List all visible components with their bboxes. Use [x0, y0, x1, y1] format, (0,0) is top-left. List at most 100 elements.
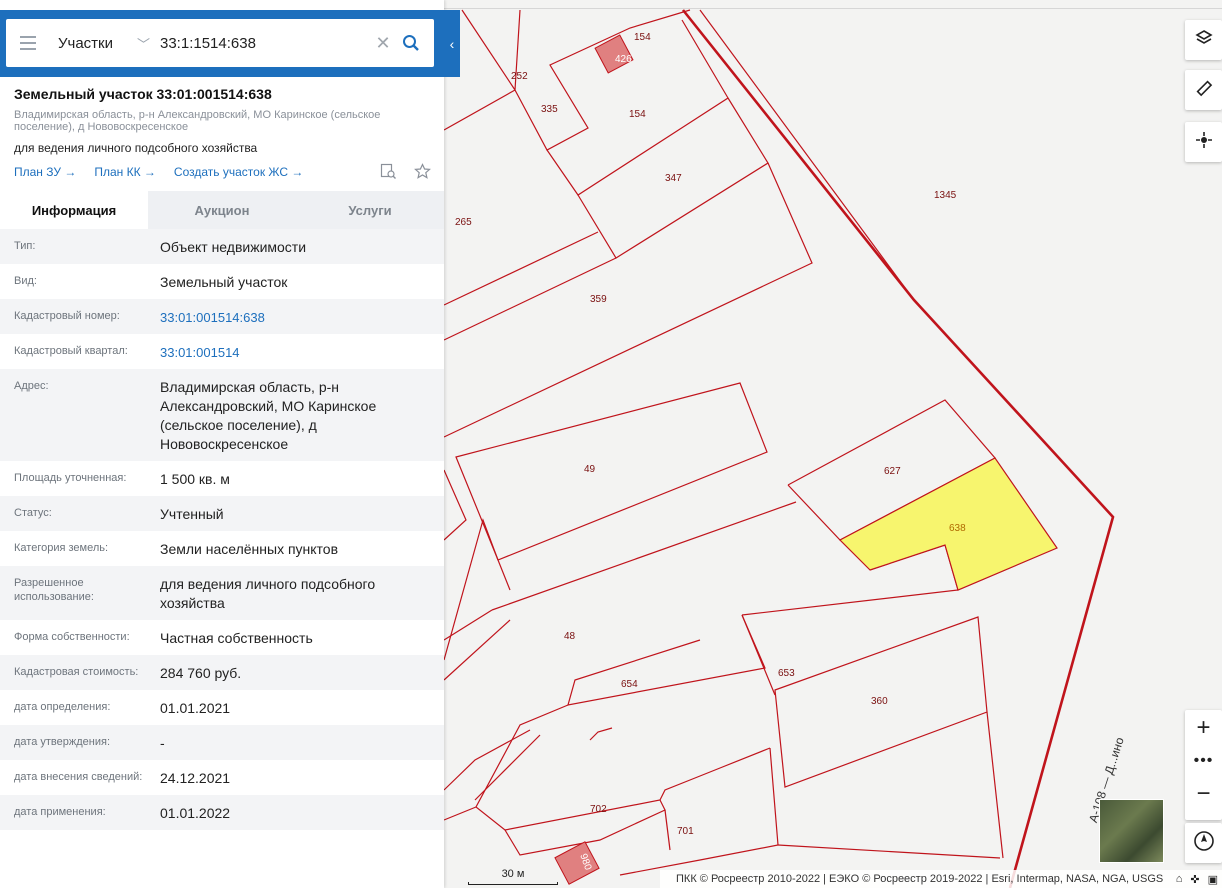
chevron-left-icon: ‹: [449, 35, 455, 52]
row-label: Разрешенное использование:: [14, 577, 94, 603]
table-row: Адрес: Владимирская область, р-н Александ…: [0, 369, 444, 461]
row-value: Частная собственность: [160, 630, 313, 646]
layers-button[interactable]: [1185, 20, 1222, 60]
create-parcel-link[interactable]: Создать участок ЖС →: [174, 165, 303, 179]
row-value: 01.01.2021: [160, 700, 231, 716]
parcel-label: 426: [615, 54, 632, 65]
search-type-select[interactable]: Участки ﹀: [50, 19, 160, 67]
search-type-label: Участки: [58, 34, 113, 52]
star-icon[interactable]: [414, 163, 431, 185]
tab-bar: Информация Аукцион Услуги: [0, 191, 444, 229]
tab-info[interactable]: Информация: [0, 191, 148, 229]
parcel-label: 154: [629, 109, 646, 120]
row-value: 01.01.2022: [160, 805, 231, 821]
table-row: Кадастровая стоимость: 284 760 руб.: [0, 655, 444, 690]
collapse-panel-button[interactable]: ‹: [444, 10, 460, 77]
plan-kk-link[interactable]: План КК →: [94, 165, 156, 179]
table-row: Кадастровый квартал: 33:01:001514: [0, 334, 444, 369]
parcel-boundary: [514, 9, 691, 151]
table-row: Форма собственности: Частная собственност…: [0, 620, 444, 655]
cadastral-quarter-link[interactable]: 33:01:001514: [160, 334, 430, 369]
locate-point-button[interactable]: [1185, 122, 1222, 162]
parcel-boundary: [475, 704, 771, 831]
scale-line: [468, 882, 558, 885]
table-row: Категория земель: Земли населённых пункто…: [0, 531, 444, 566]
tab-auction[interactable]: Аукцион: [148, 191, 296, 229]
zoom-controls: + ••• −: [1185, 710, 1222, 820]
parcel-label: 335: [541, 104, 558, 115]
menu-icon[interactable]: [6, 19, 50, 67]
parcel-boundary: [589, 727, 613, 741]
search-doc-icon[interactable]: [380, 163, 396, 185]
parcel-boundary: [619, 747, 779, 876]
parcel-boundary: [443, 469, 467, 541]
parcel-boundary: [567, 614, 766, 706]
row-label: Кадастровый квартал:: [14, 345, 128, 357]
row-value: -: [160, 735, 165, 751]
parcel-boundary: [474, 734, 541, 801]
table-row: Разрешенное использование: для ведения ли…: [0, 566, 444, 620]
search-input[interactable]: [160, 20, 370, 66]
parcel-boundary: [443, 89, 516, 131]
home-icon[interactable]: ⌂: [1176, 873, 1183, 886]
parcel-boundary: [443, 806, 477, 821]
layers-icon: [1194, 29, 1213, 52]
parcel-label: 1345: [934, 190, 957, 201]
row-label: Форма собственности:: [14, 631, 130, 643]
basemap-switcher[interactable]: [1099, 799, 1164, 863]
cadastral-number-link[interactable]: 33:01:001514:638: [160, 299, 430, 334]
parcel-label: 654: [621, 679, 638, 690]
table-row: дата применения: 01.01.2022: [0, 795, 444, 830]
measure-button[interactable]: [1185, 70, 1222, 110]
parcel-label: 638: [949, 523, 966, 534]
parcel-label: 49: [584, 464, 596, 475]
parcel-boundary: [443, 619, 511, 681]
row-label: дата внесения сведений:: [14, 771, 143, 783]
crosshair-icon: [1195, 131, 1213, 154]
parcel-label: 48: [564, 631, 576, 642]
search-box: Участки ﹀ ✕: [6, 19, 434, 67]
table-row: Кадастровый номер: 33:01:001514:638: [0, 299, 444, 334]
row-value: 284 760 руб.: [160, 665, 242, 681]
parcel-label: 653: [778, 668, 795, 679]
parcel-boundary: [741, 614, 776, 696]
parcel-boundary: [699, 9, 915, 301]
card-links: План ЗУ → План КК → Создать участок ЖС →: [14, 165, 303, 179]
scale-bar: 30 м: [468, 868, 558, 885]
row-label: дата применения:: [14, 806, 106, 818]
parcel-boundary: [443, 162, 813, 438]
row-label: Кадастровая стоимость:: [14, 666, 139, 678]
clear-icon[interactable]: ✕: [370, 33, 396, 54]
info-panel: Участки ﹀ ✕ Земельный участок 33:01:0015…: [0, 0, 460, 888]
table-row: Площадь уточненная: 1 500 кв. м: [0, 461, 444, 496]
parcel-boundary: [443, 231, 599, 306]
parcel-label: 360: [871, 696, 888, 707]
plan-zu-link[interactable]: План ЗУ →: [14, 165, 76, 179]
table-row: Вид: Земельный участок: [0, 264, 444, 299]
parcel-label: 359: [590, 294, 607, 305]
parcel-boundary: [664, 809, 671, 851]
row-label: дата определения:: [14, 701, 111, 713]
zoom-out-button[interactable]: −: [1185, 776, 1222, 812]
zoom-in-button[interactable]: +: [1185, 710, 1222, 746]
fullscreen-icon[interactable]: ▣: [1208, 873, 1218, 886]
tab-services[interactable]: Услуги: [296, 191, 444, 229]
table-row: дата определения: 01.01.2021: [0, 690, 444, 725]
row-label: Статус:: [14, 507, 52, 519]
attribution: ПКК © Росреестр 2010-2022 | ЕЭКО © Росре…: [660, 870, 1222, 888]
attribute-table: Тип: Объект недвижимости Вид: Земельный уч…: [0, 229, 444, 830]
more-button[interactable]: •••: [1185, 746, 1222, 776]
attribution-text: ПКК © Росреестр 2010-2022 | ЕЭКО © Росре…: [676, 873, 1164, 885]
scale-label: 30 м: [501, 868, 525, 880]
parcel-boundary: [741, 544, 959, 616]
row-label: Кадастровый номер:: [14, 310, 120, 322]
search-icon[interactable]: [396, 19, 426, 67]
target-icon[interactable]: ✜: [1190, 873, 1199, 886]
row-value: 1 500 кв. м: [160, 471, 230, 487]
row-value: Земельный участок: [160, 274, 288, 290]
parcel-boundary: [497, 559, 511, 591]
parcel-boundary: [546, 19, 729, 196]
compass-button[interactable]: [1185, 823, 1222, 863]
parcel-card: Земельный участок 33:01:001514:638 Влади…: [14, 86, 434, 155]
parcel-boundary: [443, 609, 493, 641]
